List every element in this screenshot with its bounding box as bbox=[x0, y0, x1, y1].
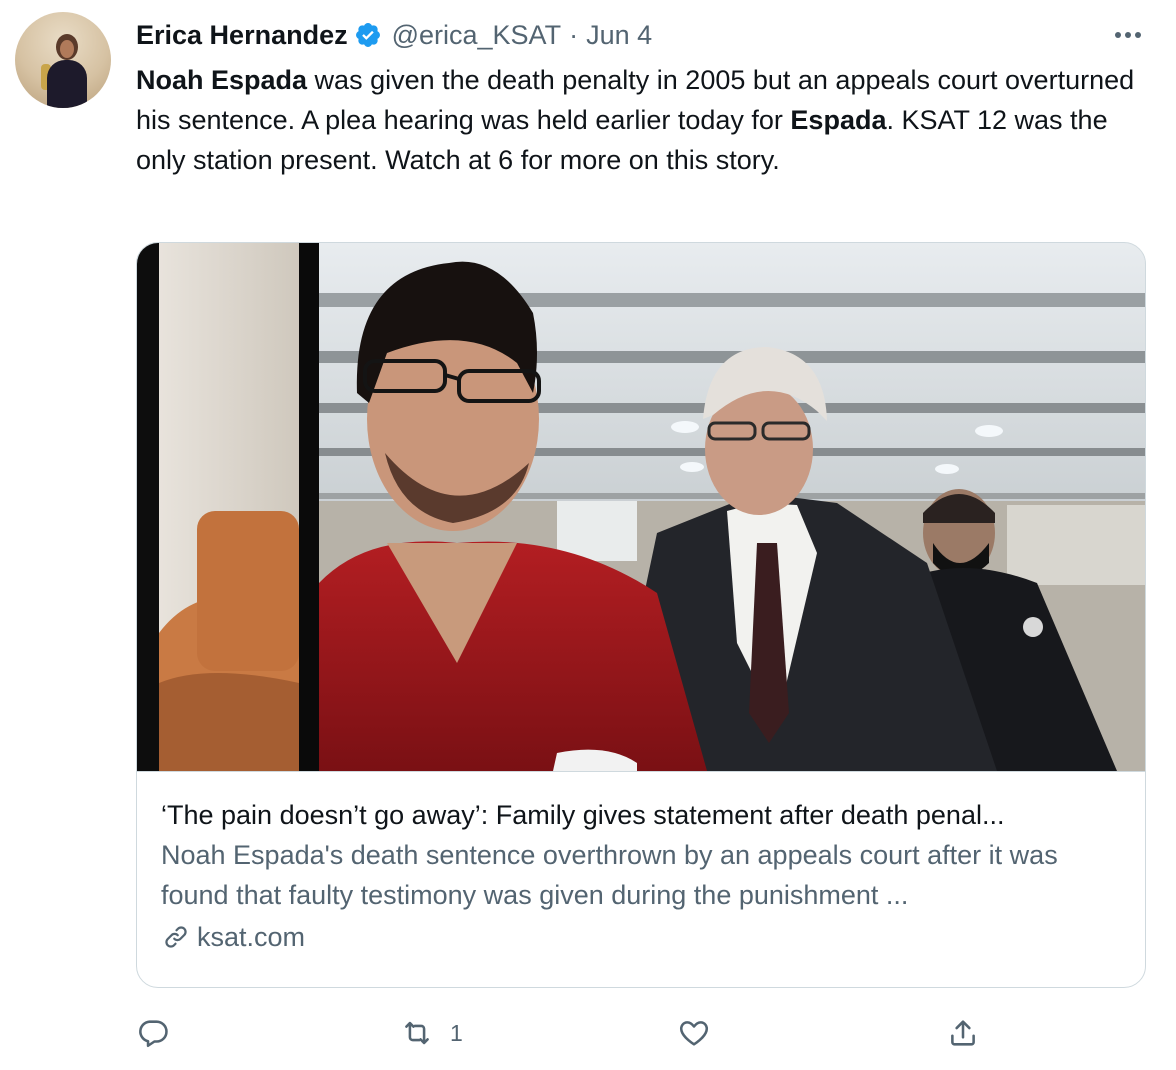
more-icon-dot bbox=[1135, 32, 1141, 38]
share-button[interactable] bbox=[946, 1010, 994, 1056]
tweet-text-mention-2: Espada bbox=[790, 105, 887, 135]
avatar-body bbox=[47, 60, 87, 108]
retweet-count: 1 bbox=[450, 1019, 463, 1046]
retweet-button[interactable]: 1 bbox=[398, 1010, 463, 1056]
tweet-text-mention-1: Noah Espada bbox=[136, 65, 308, 95]
retweet-icon bbox=[405, 1021, 429, 1045]
card-title: ‘The pain doesn’t go away’: Family gives… bbox=[161, 800, 1005, 830]
author-avatar[interactable] bbox=[15, 12, 111, 108]
card-image[interactable] bbox=[137, 243, 1145, 772]
verified-badge-icon bbox=[355, 23, 380, 47]
link-preview-card[interactable]: ‘The pain doesn’t go away’: Family gives… bbox=[136, 242, 1146, 988]
avatar-face bbox=[60, 40, 74, 58]
author-name[interactable]: Erica Hernandez bbox=[136, 20, 348, 51]
more-button[interactable] bbox=[1108, 20, 1148, 50]
link-icon bbox=[165, 926, 187, 948]
card-text: ‘The pain doesn’t go away’: Family gives… bbox=[161, 795, 1121, 957]
tweet-header: Erica Hernandez @erica_KSAT · Jun 4 bbox=[136, 16, 652, 54]
courtroom-photo bbox=[137, 243, 1145, 771]
card-description: Noah Espada's death sentence overthrown … bbox=[161, 840, 1058, 910]
tweet-text: Noah Espada was given the death penalty … bbox=[136, 60, 1136, 180]
more-icon bbox=[1115, 32, 1121, 38]
reply-icon bbox=[139, 1020, 168, 1048]
tweet-date[interactable]: Jun 4 bbox=[586, 20, 652, 51]
author-handle[interactable]: @erica_KSAT bbox=[392, 20, 561, 51]
tweet-actions: 1 bbox=[136, 1010, 1016, 1056]
share-icon bbox=[951, 1020, 975, 1046]
reply-button[interactable] bbox=[136, 1010, 184, 1056]
card-domain: ksat.com bbox=[197, 922, 306, 952]
header-separator: · bbox=[569, 19, 579, 50]
card-domain-row: ksat.com bbox=[161, 917, 1121, 957]
more-icon-dot bbox=[1125, 32, 1131, 38]
like-button[interactable] bbox=[676, 1010, 726, 1056]
like-icon bbox=[679, 1021, 709, 1046]
